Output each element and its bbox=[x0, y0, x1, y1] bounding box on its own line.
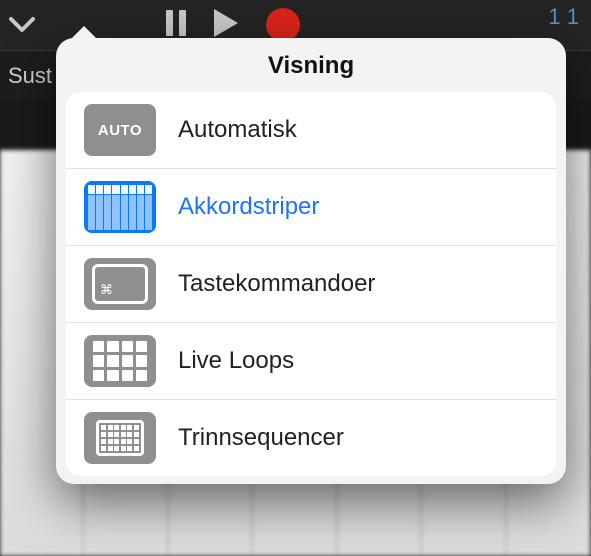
view-option-stepseq[interactable]: Trinnsequencer bbox=[66, 400, 556, 476]
chord-strips-icon bbox=[84, 181, 156, 233]
position-counter: 1 1 bbox=[548, 6, 579, 28]
step-sequencer-icon bbox=[84, 412, 156, 464]
view-option-label: Automatisk bbox=[178, 116, 297, 144]
auto-icon: AUTO bbox=[84, 104, 156, 156]
view-option-liveloops[interactable]: Live Loops bbox=[66, 323, 556, 400]
view-option-label: Live Loops bbox=[178, 347, 294, 375]
view-option-label: Trinnsequencer bbox=[178, 424, 344, 452]
view-option-label: Tastekommandoer bbox=[178, 270, 375, 298]
key-commands-icon: ⌘ bbox=[84, 258, 156, 310]
view-option-keycommands[interactable]: ⌘ Tastekommandoer bbox=[66, 246, 556, 323]
pause-icon[interactable] bbox=[166, 10, 186, 41]
sustain-label: Sust bbox=[8, 63, 52, 89]
counter-value: 1 1 bbox=[548, 4, 579, 29]
view-option-auto[interactable]: AUTO Automatisk bbox=[66, 92, 556, 169]
play-icon[interactable] bbox=[214, 9, 238, 42]
popover-title: Visning bbox=[56, 38, 566, 92]
view-popover: Visning AUTO Automatisk Akkordstriper ⌘ … bbox=[56, 38, 566, 484]
live-loops-icon bbox=[84, 335, 156, 387]
view-option-list: AUTO Automatisk Akkordstriper ⌘ Tastekom… bbox=[66, 92, 556, 476]
chevron-down-icon[interactable] bbox=[8, 11, 36, 39]
record-button-icon[interactable] bbox=[266, 8, 300, 42]
view-option-label: Akkordstriper bbox=[178, 193, 319, 221]
view-option-chordstrips[interactable]: Akkordstriper bbox=[66, 169, 556, 246]
